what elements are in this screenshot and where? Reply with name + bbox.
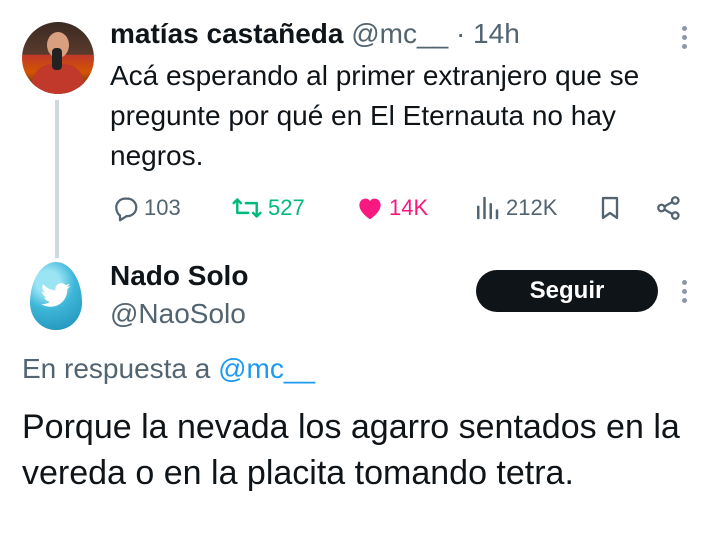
thread-line	[55, 100, 59, 258]
analytics-icon	[477, 196, 499, 220]
tweet-time[interactable]: 14h	[473, 18, 520, 49]
reply-author-avatar[interactable]	[30, 262, 82, 330]
retweet-icon	[232, 198, 262, 218]
like-button[interactable]: 14K	[355, 188, 428, 228]
follow-button[interactable]: Seguir	[476, 270, 658, 312]
reply-author-handle[interactable]: @NaoSolo	[110, 296, 246, 332]
reply-count: 103	[144, 195, 181, 220]
more-options-icon[interactable]	[674, 22, 694, 52]
reply-context: En respuesta a @mc__	[22, 351, 315, 387]
tweet-header: matías castañeda @mc__ · 14h	[110, 16, 520, 52]
header-separator: ·	[455, 18, 466, 49]
bookmark-button[interactable]	[596, 188, 624, 228]
retweet-button[interactable]: 527	[230, 188, 305, 228]
like-count: 14K	[389, 195, 429, 220]
reply-more-options-icon[interactable]	[674, 276, 694, 306]
author-avatar[interactable]	[22, 22, 94, 94]
reply-icon	[115, 197, 138, 222]
reply-to-handle-link[interactable]: @mc__	[218, 353, 315, 384]
author-handle[interactable]: @mc__	[351, 18, 448, 49]
bookmark-icon	[601, 196, 619, 220]
heart-icon	[359, 198, 381, 220]
tweet-actions: 103 527 14K 212K	[110, 188, 690, 228]
share-icon	[657, 196, 680, 220]
views-count: 212K	[506, 195, 558, 220]
share-button[interactable]	[654, 188, 684, 228]
tweet-text: Acá esperando al primer extranjero que s…	[110, 60, 640, 171]
reply-context-prefix: En respuesta a	[22, 353, 211, 384]
views-button[interactable]: 212K	[472, 188, 557, 228]
reply-author-name[interactable]: Nado Solo	[110, 258, 248, 294]
author-name[interactable]: matías castañeda	[110, 18, 343, 49]
reply-button[interactable]: 103	[110, 188, 181, 228]
reply-text: Porque la nevada los agarro sentados en …	[22, 408, 680, 492]
bird-icon	[41, 283, 71, 307]
avatar-microphone	[52, 48, 62, 70]
retweet-count: 527	[268, 195, 305, 220]
